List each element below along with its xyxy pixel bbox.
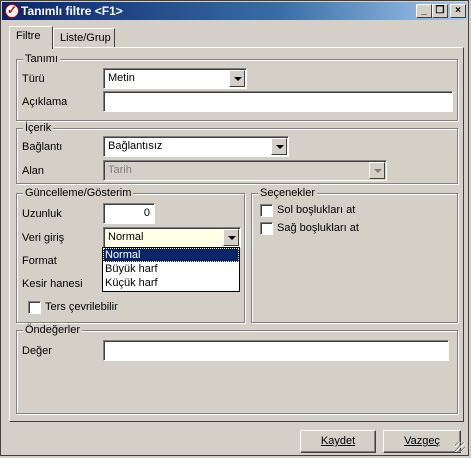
veri-giris-dropdown-list[interactable]: Normal Büyük harf Küçük harf <box>102 247 240 292</box>
dropdown-option-buyuk-harf[interactable]: Büyük harf <box>103 262 239 276</box>
baglanti-label: Bağlantı <box>22 141 63 153</box>
title-bar[interactable]: Tanımlı filtre <F1> _ ❐ × <box>2 2 467 20</box>
group-secenekler-legend: Seçenekler <box>258 187 318 199</box>
tab-filtre[interactable]: Filtre <box>9 26 53 49</box>
deger-input[interactable] <box>103 340 449 361</box>
chevron-down-icon[interactable] <box>271 138 287 155</box>
sol-bosluklari-at-label: Sol boşlukları at <box>277 204 356 216</box>
sol-bosluklari-at-checkbox[interactable] <box>260 204 273 217</box>
alan-select: Tarih <box>103 160 387 181</box>
dialog-window: Tanımlı filtre <F1> _ ❐ × Filtre Liste/G… <box>0 0 469 456</box>
veri-giris-label: Veri giriş <box>22 232 65 244</box>
uzunluk-input[interactable]: 0 <box>103 203 155 224</box>
chevron-down-icon[interactable] <box>223 229 239 246</box>
window-title: Tanımlı filtre <F1> <box>21 4 123 18</box>
kesir-hanesi-label: Kesir hanesi <box>22 278 83 290</box>
chevron-down-icon <box>369 162 385 179</box>
baglanti-value: Bağlantısız <box>108 140 163 152</box>
group-tanimi-legend: Tanımı <box>23 53 61 65</box>
turu-select[interactable]: Metin <box>103 68 247 89</box>
tab-panel-filtre: Tanımı Türü Metin Açıklama İçerik Bağlan… <box>9 47 464 422</box>
baglanti-select[interactable]: Bağlantısız <box>103 136 289 157</box>
aciklama-input[interactable] <box>103 91 453 112</box>
kaydet-button-label: Kaydet <box>320 435 356 447</box>
alan-label: Alan <box>22 165 45 177</box>
chevron-down-icon[interactable] <box>229 70 245 87</box>
kaydet-button[interactable]: Kaydet <box>300 430 376 453</box>
deger-label: Değer <box>22 345 52 357</box>
veri-giris-select[interactable]: Normal <box>103 227 241 248</box>
sag-bosluklari-at-label: Sağ boşlukları at <box>277 222 359 234</box>
group-icerik-legend: İçerik <box>23 122 54 134</box>
group-ondegerler-legend: Öndeğerler <box>23 324 83 336</box>
resize-grip-icon[interactable] <box>455 442 465 452</box>
tab-liste-grup[interactable]: Liste/Grup <box>53 28 115 48</box>
dropdown-option-normal[interactable]: Normal <box>103 248 239 262</box>
restore-button[interactable]: ❐ <box>432 4 448 18</box>
vazgec-button-label: Vazgeç <box>404 435 440 447</box>
sag-bosluklari-at-checkbox[interactable] <box>260 222 273 235</box>
uzunluk-label: Uzunluk <box>22 208 62 220</box>
app-logo-icon <box>5 3 19 18</box>
group-guncelleme-legend: Güncelleme/Gösterim <box>23 187 134 199</box>
alan-value: Tarih <box>108 164 132 176</box>
turu-label: Türü <box>22 73 45 85</box>
vazgec-button[interactable]: Vazgeç <box>383 430 461 453</box>
ters-cevrilebilir-label: Ters çevrilebilir <box>45 301 118 313</box>
veri-giris-value: Normal <box>108 231 144 243</box>
format-label: Format <box>22 255 57 267</box>
dropdown-option-kucuk-harf[interactable]: Küçük harf <box>103 276 239 290</box>
aciklama-label: Açıklama <box>22 96 68 108</box>
minimize-button[interactable]: _ <box>416 4 432 18</box>
turu-value: Metin <box>108 72 135 84</box>
close-button[interactable]: × <box>450 4 466 18</box>
ters-cevrilebilir-checkbox[interactable] <box>28 301 41 314</box>
